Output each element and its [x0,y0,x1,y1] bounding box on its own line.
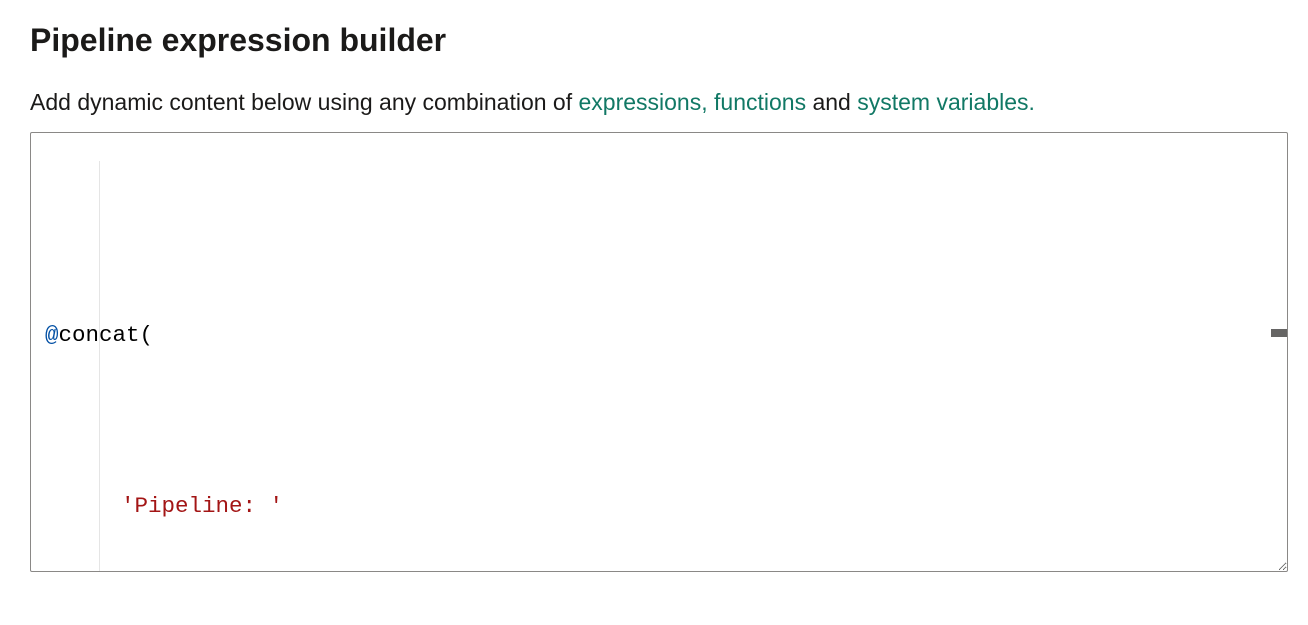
link-functions[interactable]: functions [714,89,806,115]
tok-str-pipeline: 'Pipeline: ' [121,485,283,528]
link-expressions[interactable]: expressions, [579,89,708,115]
subtitle-text: Add dynamic content below using any comb… [30,89,579,115]
subtitle-and: and [806,89,857,115]
indent-guide [99,161,100,572]
code-block[interactable]: @concat( 'Pipeline: ' , ,'<br>' ,'Worksp… [41,143,1287,572]
expression-editor[interactable]: @concat( 'Pipeline: ' , ,'<br>' ,'Worksp… [30,132,1288,572]
code-line-1[interactable]: @concat( [41,314,1287,357]
page-title: Pipeline expression builder [30,22,1278,59]
tok-open-paren: ( [140,314,154,357]
tok-at: @ [45,314,59,357]
subtitle: Add dynamic content below using any comb… [30,87,1278,118]
code-line-2[interactable]: 'Pipeline: ' [41,485,1287,528]
link-system-variables[interactable]: system variables. [857,89,1035,115]
